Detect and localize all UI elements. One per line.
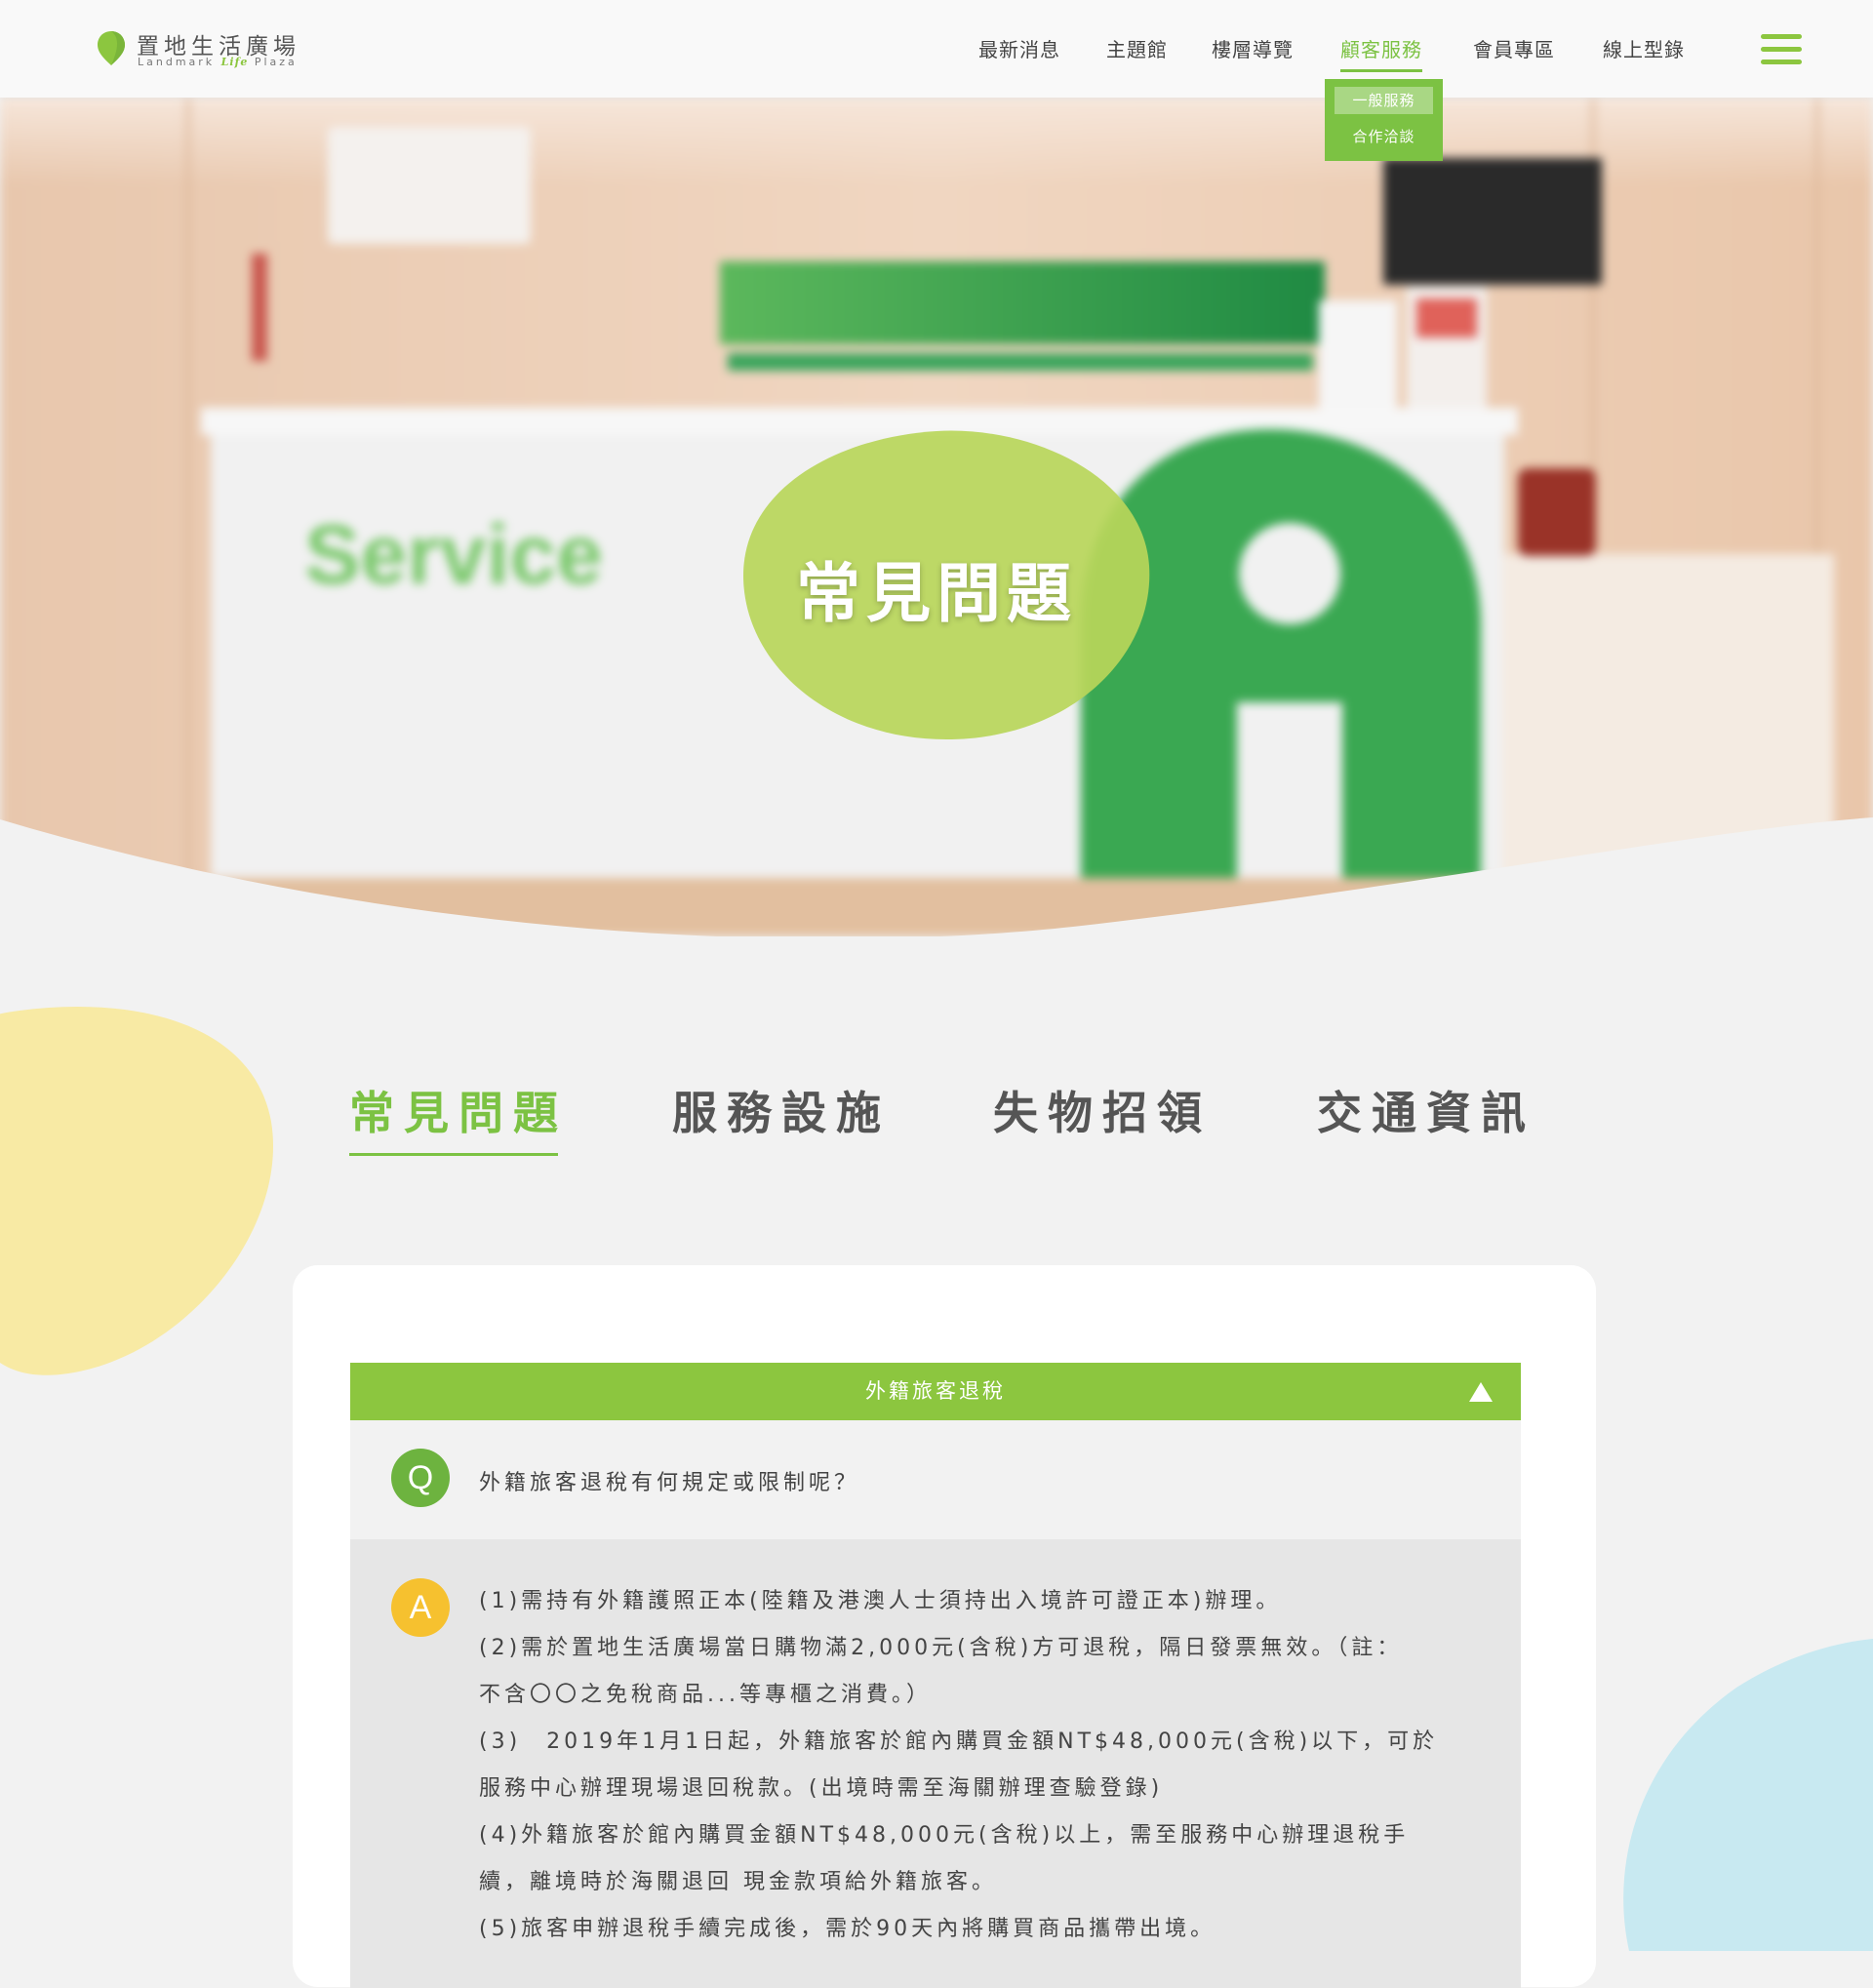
answer-line: (3) 2019年1月1日起，外籍旅客於館內購買金額NT$48,000元(含稅)… — [479, 1730, 1439, 1754]
nav-item-floor-guide[interactable]: 樓層導覽 — [1212, 34, 1294, 62]
nav-item-news[interactable]: 最新消息 — [978, 34, 1060, 62]
dropdown-item-general-service[interactable]: 一般服務 — [1335, 87, 1433, 114]
faq-question-text: 外籍旅客退稅有何規定或限制呢？ — [479, 1471, 860, 1495]
nav-item-customer-service[interactable]: 顧客服務 — [1340, 34, 1422, 72]
collapse-triangle-icon[interactable] — [1469, 1382, 1493, 1402]
answer-badge-icon: A — [391, 1578, 450, 1637]
faq-category-header[interactable]: 外籍旅客退稅 — [350, 1363, 1521, 1420]
main-nav: 最新消息 主題館 樓層導覽 顧客服務 會員專區 線上型錄 — [0, 34, 1873, 73]
decorative-blue-blob — [1623, 1639, 1873, 1951]
hero-wave-divider — [0, 817, 1873, 956]
site-header: 置地生活廣場 Landmark Life Plaza 最新消息 主題館 樓層導覽… — [0, 0, 1873, 98]
hero-title: 常見問題 — [796, 556, 1077, 631]
tab-service-facilities[interactable]: 服務設施 — [672, 1078, 891, 1142]
answer-line: (5)旅客申辦退稅手續完成後，需於90天內將購買商品攜帶出境。 — [479, 1917, 1216, 1941]
nav-item-members[interactable]: 會員專區 — [1473, 34, 1555, 62]
faq-card: 外籍旅客退稅 Q 外籍旅客退稅有何規定或限制呢？ A (1)需持有外籍護照正本(… — [293, 1265, 1596, 1988]
nav-item-catalog[interactable]: 線上型錄 — [1603, 34, 1685, 62]
tab-lost-and-found[interactable]: 失物招領 — [993, 1078, 1212, 1142]
answer-line: 不含〇〇之免稅商品...等專櫃之消費。） — [479, 1683, 932, 1707]
faq-answer-text: (1)需持有外籍護照正本(陸籍及港澳人士須持出入境許可證正本)辦理。 (2)需於… — [479, 1578, 1474, 1953]
faq-question-row[interactable]: Q 外籍旅客退稅有何規定或限制呢？ — [350, 1420, 1521, 1539]
faq-category-title: 外籍旅客退稅 — [865, 1379, 1006, 1403]
faq-tabs: 常見問題 服務設施 失物招領 交通資訊 — [0, 1078, 1873, 1156]
dropdown-item-cooperation[interactable]: 合作洽談 — [1335, 123, 1433, 150]
answer-line: (4)外籍旅客於館內購買金額NT$48,000元(含稅)以上，需至服務中心辦理退… — [479, 1823, 1410, 1848]
answer-line: 服務中心辦理現場退回稅款。(出境時需至海關辦理查驗登錄) — [479, 1776, 1164, 1801]
question-badge-icon: Q — [391, 1449, 450, 1507]
faq-answer-panel: A (1)需持有外籍護照正本(陸籍及港澳人士須持出入境許可證正本)辦理。 (2)… — [350, 1539, 1521, 1988]
decorative-yellow-blob — [0, 1006, 273, 1375]
nav-item-themes[interactable]: 主題館 — [1106, 34, 1168, 62]
tab-faq[interactable]: 常見問題 — [349, 1078, 568, 1156]
menu-icon[interactable] — [1761, 34, 1802, 65]
answer-line: 續，離境時於海關退回 現金款項給外籍旅客。 — [479, 1870, 997, 1894]
answer-line: (2)需於置地生活廣場當日購物滿2,000元(含稅)方可退稅，隔日發票無效。（註… — [479, 1636, 1403, 1660]
tab-transportation[interactable]: 交通資訊 — [1317, 1078, 1535, 1142]
service-sign-text: Service — [304, 508, 603, 602]
service-dropdown: 一般服務 合作洽談 — [1325, 79, 1443, 161]
answer-line: (1)需持有外籍護照正本(陸籍及港澳人士須持出入境許可證正本)辦理。 — [479, 1589, 1282, 1613]
